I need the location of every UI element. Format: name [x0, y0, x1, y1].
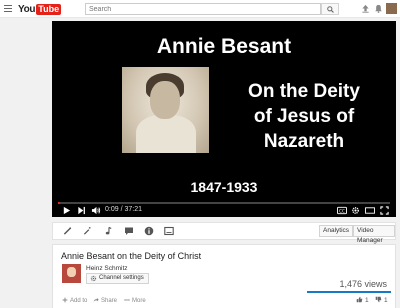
- youtube-logo[interactable]: You Tube: [18, 3, 62, 15]
- share-label: Share: [101, 298, 118, 304]
- video-info-panel: Annie Besant on the Deity of Christ Hein…: [52, 244, 396, 308]
- more-icon: [124, 299, 130, 301]
- channel-settings-button[interactable]: Channel settings: [86, 273, 149, 284]
- thumbs-down-icon: [375, 296, 382, 303]
- svg-text:CC: CC: [339, 208, 345, 213]
- view-count: 1,476 views: [339, 279, 387, 289]
- captions-icon[interactable]: CC: [337, 206, 347, 215]
- info-cards-icon[interactable]: [144, 226, 154, 236]
- analytics-button[interactable]: Analytics: [319, 225, 354, 237]
- subtitle-line: of Jesus of: [253, 106, 355, 127]
- dislike-count: 1: [384, 297, 388, 304]
- creator-toolbar: Analytics Video Manager: [52, 222, 396, 244]
- thumbs-up-icon: [356, 296, 363, 303]
- search-input[interactable]: [85, 3, 321, 15]
- logo-tube-text: Tube: [36, 3, 62, 15]
- dislike-button[interactable]: 1: [375, 296, 388, 304]
- channel-name[interactable]: Heinz Schmitz: [86, 265, 128, 272]
- fullscreen-icon[interactable]: [380, 206, 389, 215]
- subtitle-line: Nazareth: [263, 131, 345, 152]
- video-years-overlay: 1847-1933: [190, 179, 258, 195]
- video-manager-button[interactable]: Video Manager: [353, 225, 395, 244]
- upload-icon[interactable]: [361, 4, 370, 13]
- theater-mode-icon[interactable]: [365, 206, 375, 215]
- video-subtitle-overlay: On the Deity of Jesus of Nazareth: [212, 79, 396, 154]
- youtube-watch-page: You Tube Annie Besant On the Deity of Je…: [0, 0, 400, 308]
- video-title: Annie Besant on the Deity of Christ: [61, 251, 202, 261]
- masthead: You Tube: [0, 0, 400, 18]
- portrait-image: [122, 67, 209, 153]
- more-button[interactable]: More: [124, 297, 146, 304]
- notifications-icon[interactable]: [374, 4, 383, 13]
- settings-icon[interactable]: [351, 206, 360, 215]
- time-display: 0:09 / 37:21: [105, 206, 142, 213]
- video-frame[interactable]: Annie Besant On the Deity of Jesus of Na…: [52, 21, 396, 197]
- plus-icon: [62, 297, 68, 303]
- subtitle-line: On the Deity: [248, 81, 360, 102]
- video-player[interactable]: Annie Besant On the Deity of Jesus of Na…: [52, 21, 396, 217]
- search-icon: [327, 6, 334, 13]
- user-avatar[interactable]: [386, 3, 397, 14]
- like-ratio-bar: [307, 291, 391, 293]
- video-title-overlay: Annie Besant: [156, 35, 292, 58]
- next-icon[interactable]: [77, 206, 86, 215]
- add-to-button[interactable]: Add to: [62, 297, 87, 304]
- like-button[interactable]: 1: [356, 296, 369, 304]
- enhancements-icon[interactable]: [63, 226, 72, 236]
- player-controls: 0:09 / 37:21 CC: [52, 204, 396, 217]
- add-to-label: Add to: [70, 298, 88, 304]
- subtitles-icon[interactable]: [164, 226, 174, 236]
- magic-wand-icon[interactable]: [83, 226, 92, 236]
- annotations-icon[interactable]: [124, 226, 134, 236]
- more-label: More: [132, 298, 146, 304]
- share-button[interactable]: Share: [93, 297, 117, 304]
- channel-avatar[interactable]: [62, 264, 81, 283]
- audio-icon[interactable]: [104, 226, 113, 236]
- logo-you-text: You: [18, 3, 36, 15]
- gear-icon: [90, 275, 97, 282]
- like-count: 1: [365, 297, 369, 304]
- search-button[interactable]: [321, 3, 339, 15]
- channel-settings-label: Channel settings: [99, 275, 144, 281]
- play-icon[interactable]: [62, 206, 71, 215]
- menu-icon[interactable]: [4, 5, 12, 12]
- volume-icon[interactable]: [91, 206, 101, 215]
- share-icon: [93, 297, 99, 302]
